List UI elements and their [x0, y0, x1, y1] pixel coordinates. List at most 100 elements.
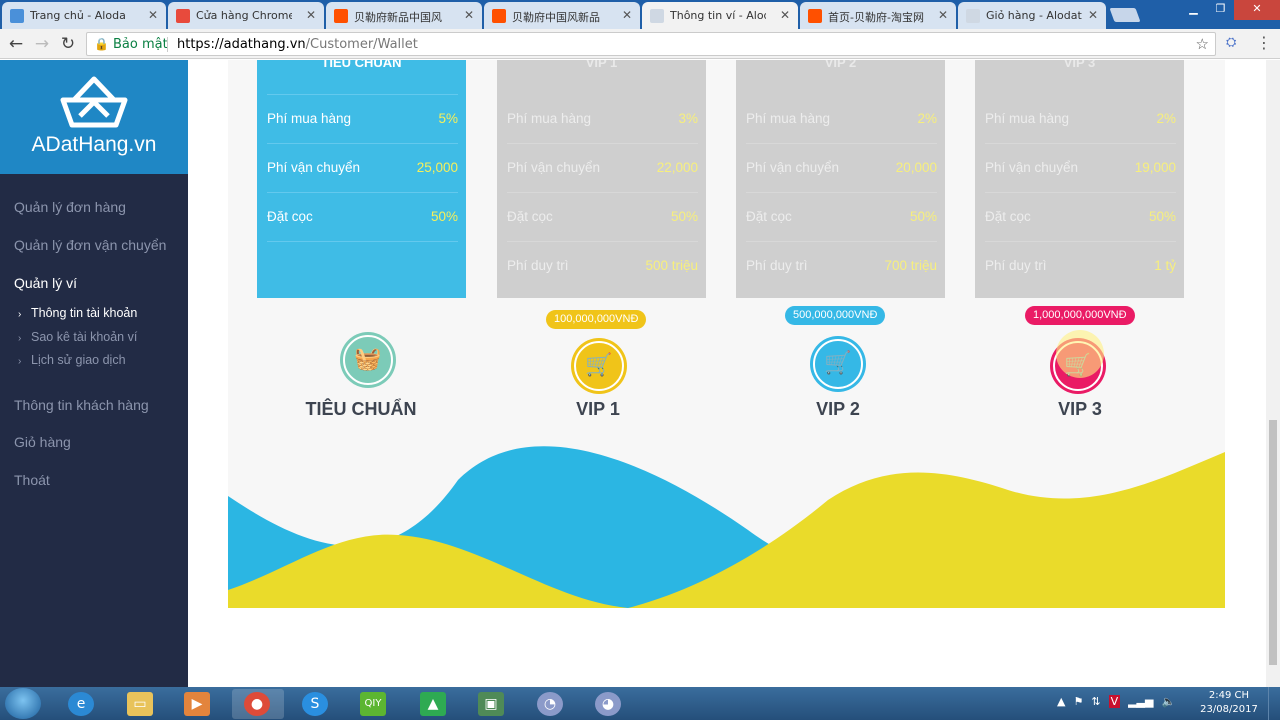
iqiyi-icon: QIY: [360, 692, 386, 716]
scrollbar-thumb[interactable]: [1269, 420, 1277, 665]
cart-glyph: 🛒: [585, 353, 613, 378]
bookmark-star-icon[interactable]: ☆: [1196, 35, 1209, 53]
vietnamese-input-icon[interactable]: V: [1108, 695, 1121, 708]
sidebar-item-customer-info[interactable]: Thông tin khách hàng: [14, 397, 149, 413]
browser-tab[interactable]: Giỏ hàng - Alodath ✕: [958, 2, 1106, 29]
volume-icon[interactable]: 🔈: [1161, 695, 1175, 708]
system-clock[interactable]: 2:49 CH 23/08/2017: [1196, 689, 1262, 717]
chevron-right-icon: ›: [18, 333, 22, 344]
taobao-icon: [492, 9, 506, 23]
basket-icon[interactable]: 🧺: [340, 332, 396, 388]
fee-row: Phí duy trì 500 triệu: [507, 258, 698, 278]
taskbar-sogou[interactable]: S: [290, 689, 342, 719]
sidebar-subitem-history[interactable]: › Lịch sử giao dịch: [18, 353, 126, 367]
sync-icon[interactable]: ⇅: [1091, 695, 1100, 708]
fee-value: 2%: [1156, 111, 1176, 126]
taskbar-app[interactable]: ◕: [583, 689, 635, 719]
close-icon[interactable]: ✕: [148, 8, 158, 22]
taskbar-chrome[interactable]: ●: [232, 689, 284, 719]
close-icon[interactable]: ✕: [464, 8, 474, 22]
sidebar-item-shipping[interactable]: Quản lý đơn vận chuyển: [14, 237, 166, 253]
fee-label: Phí vận chuyển: [507, 160, 601, 175]
reload-icon[interactable]: ↻: [58, 34, 78, 54]
back-icon[interactable]: ←: [6, 34, 26, 54]
show-hidden-icons-icon[interactable]: ▲: [1057, 695, 1065, 708]
fee-label: Phí mua hàng: [985, 111, 1070, 126]
sidebar-item-cart[interactable]: Giỏ hàng: [14, 434, 71, 450]
tier-card-vip1: VIP 1 Phí mua hàng 3% Phí vận chuyển 22,00…: [497, 60, 706, 298]
browser-tab[interactable]: 首页-贝勒府-淘宝网 ✕: [800, 2, 956, 29]
logo[interactable]: ADatHang.vn: [0, 60, 188, 174]
cart-icon[interactable]: 🛒: [571, 338, 627, 394]
close-window-icon[interactable]: ✕: [1234, 0, 1280, 20]
page-icon: [966, 9, 980, 23]
browser-tab[interactable]: 贝勒府中国风新品 ✕: [484, 2, 640, 29]
new-tab-button[interactable]: [1109, 8, 1141, 22]
divider: [267, 143, 458, 144]
extension-icon[interactable]: ⛭: [1226, 35, 1236, 50]
minimize-icon[interactable]: ▁: [1180, 0, 1207, 20]
taskbar-iqiyi[interactable]: QIY: [348, 689, 400, 719]
scrollbar[interactable]: [1266, 60, 1280, 687]
tab-label: 首页-贝勒府-淘宝网: [828, 11, 924, 24]
fee-value: 2%: [917, 111, 937, 126]
divider: [746, 143, 937, 144]
fee-row: Phí vận chuyển 20,000: [746, 160, 937, 180]
cursor-highlight: [1056, 330, 1104, 378]
fee-row: Đặt cọc 50%: [746, 209, 937, 229]
network-icon[interactable]: ▂▃▅: [1128, 695, 1153, 708]
browser-toolbar: ← → ↻ 🔒 Bảo mật https://adathang.vn/Cust…: [0, 29, 1280, 59]
browser-tab[interactable]: 贝勒府新品中国风 ✕: [326, 2, 482, 29]
fee-value: 22,000: [656, 160, 698, 175]
fee-row: Phí mua hàng 5%: [267, 111, 458, 131]
sidebar-item-logout[interactable]: Thoát: [14, 472, 50, 488]
clock-date: 23/08/2017: [1200, 704, 1258, 715]
action-center-icon[interactable]: ⚑: [1073, 695, 1083, 708]
close-icon[interactable]: ✕: [622, 8, 632, 22]
taskbar-app[interactable]: ▣: [466, 689, 518, 719]
divider: [507, 192, 698, 193]
address-bar[interactable]: 🔒 Bảo mật https://adathang.vn/Customer/W…: [86, 32, 1216, 56]
close-icon[interactable]: ✕: [938, 8, 948, 22]
close-icon[interactable]: ✕: [306, 8, 316, 22]
close-icon[interactable]: ✕: [1088, 8, 1098, 22]
internet-explorer-icon: e: [68, 692, 94, 716]
divider: [746, 192, 937, 193]
taskbar-media[interactable]: ▶: [172, 689, 224, 719]
cart-icon[interactable]: 🛒: [810, 336, 866, 392]
sidebar-subitem-account-info[interactable]: › Thông tin tài khoản: [18, 306, 137, 320]
sidebar-item-orders[interactable]: Quản lý đơn hàng: [14, 199, 126, 215]
browser-tab[interactable]: Trang chủ - Alodat ✕: [2, 2, 166, 29]
sidebar-subitem-statement[interactable]: › Sao kê tài khoản ví: [18, 330, 137, 344]
fee-row: Đặt cọc 50%: [267, 209, 458, 229]
restore-icon[interactable]: ❐: [1207, 0, 1234, 20]
gauge-icon: ◕: [595, 692, 621, 716]
fee-value: 20,000: [895, 160, 937, 175]
chevron-right-icon: ›: [18, 309, 22, 320]
price-badge-vip1: 100,000,000VNĐ: [546, 310, 647, 329]
clock-time: 2:49 CH: [1208, 690, 1250, 701]
taskbar-ie[interactable]: e: [56, 689, 108, 719]
taskbar-app[interactable]: ▲: [408, 689, 460, 719]
forward-icon[interactable]: →: [32, 34, 52, 54]
sidebar-item-wallet[interactable]: Quản lý ví: [14, 275, 77, 291]
tier-name-vip1: VIP 1: [576, 399, 620, 419]
taskbar-explorer[interactable]: ▭: [115, 689, 167, 719]
price-badge-vip3: 1,000,000,000VNĐ: [1025, 306, 1135, 325]
folder-icon: ▭: [127, 692, 153, 716]
browser-tab-active[interactable]: Thông tin ví - Aloda ✕: [642, 2, 798, 29]
url-host: https://adathang.vn: [177, 37, 306, 52]
cart-glyph: 🛒: [824, 351, 852, 376]
menu-icon[interactable]: ⋮: [1256, 33, 1272, 52]
fee-value: 50%: [909, 209, 937, 224]
close-icon[interactable]: ✕: [780, 8, 790, 22]
fee-label: Đặt cọc: [985, 209, 1031, 224]
fee-label: Phí vận chuyển: [985, 160, 1079, 175]
windows-start-icon[interactable]: [5, 688, 41, 719]
browser-tab[interactable]: Cửa hàng Chrome t ✕: [168, 2, 324, 29]
tier-name-vip2: VIP 2: [816, 399, 860, 419]
show-desktop-button[interactable]: [1268, 687, 1280, 720]
fee-row: Phí vận chuyển 19,000: [985, 160, 1176, 180]
fee-row: Phí vận chuyển 25,000: [267, 160, 458, 180]
taskbar-app[interactable]: ◔: [525, 689, 577, 719]
